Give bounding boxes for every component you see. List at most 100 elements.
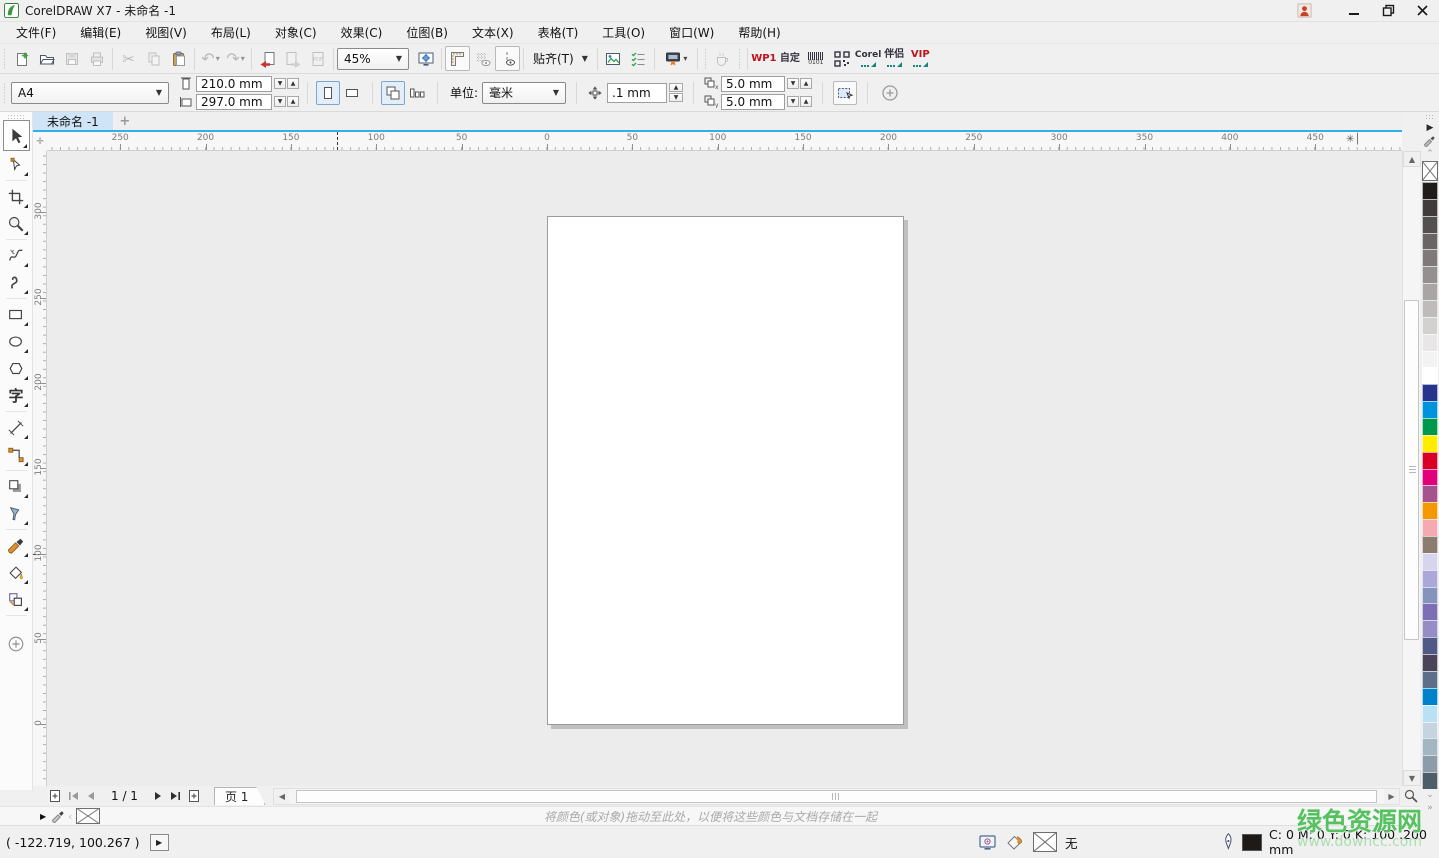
toolbar-grip[interactable] [2,48,7,70]
plugin-wp1-button[interactable]: WP1 [751,46,777,71]
minimize-button[interactable] [1337,1,1371,21]
page-height-spin-down[interactable]: ▼ [274,96,286,107]
new-document-button[interactable] [9,46,34,71]
show-grid-toggle[interactable] [470,46,495,71]
print-button[interactable] [84,46,109,71]
palette-grip[interactable] [1425,114,1435,119]
paste-button[interactable] [166,46,191,71]
palette-eyedropper-icon[interactable] [1422,134,1438,147]
landscape-orientation-button[interactable] [340,81,364,105]
palette-color-swatch[interactable] [1422,249,1438,266]
horizontal-ruler[interactable]: 2502001501005005010015020025030035040045… [47,132,1402,151]
toolbox-grip[interactable] [7,114,25,119]
horizontal-scrollbar[interactable]: ◀ ▶ [273,788,1400,805]
menu-帮助H[interactable]: 帮助(H) [726,22,792,43]
open-document-button[interactable] [34,46,59,71]
palette-color-swatch[interactable] [1422,216,1438,233]
page-height-field[interactable]: 297.0 mm [196,94,272,110]
palette-color-swatch[interactable] [1422,435,1438,452]
publish-pdf-button[interactable]: PDF [305,46,330,71]
nudge-distance-field[interactable]: .1 mm [607,83,667,103]
sign-in-account-icon[interactable] [1289,2,1319,20]
ruler-origin-button[interactable]: ✛ [33,132,47,151]
export-button[interactable] [280,46,305,71]
menu-效果C[interactable]: 效果(C) [329,22,395,43]
palette-color-swatch[interactable] [1422,283,1438,300]
palette-expand-button[interactable]: » [1422,802,1438,815]
scroll-down-button[interactable]: ▼ [1403,770,1421,786]
palette-color-swatch[interactable] [1422,637,1438,654]
page-height-spin-up[interactable]: ▲ [287,96,299,107]
vertical-scrollbar-thumb[interactable] [1404,300,1419,640]
dup-y-spin-down[interactable]: ▼ [787,96,799,107]
palette-color-swatch[interactable] [1422,367,1438,384]
menu-布局L[interactable]: 布局(L) [199,22,263,43]
menu-视图V[interactable]: 视图(V) [133,22,199,43]
palette-color-swatch[interactable] [1422,519,1438,536]
palette-color-swatch[interactable] [1422,772,1438,789]
palette-color-swatch[interactable] [1422,384,1438,401]
first-page-button[interactable] [65,788,81,804]
restore-button[interactable] [1371,1,1405,21]
palette-scroll-down-button[interactable]: ⌄ [1422,789,1438,802]
crop-tool[interactable] [3,183,30,210]
treat-as-filled-button[interactable] [833,81,857,105]
palette-color-swatch[interactable] [1422,587,1438,604]
palette-color-swatch[interactable] [1422,182,1438,199]
menu-工具O[interactable]: 工具(O) [590,22,657,43]
horizontal-scrollbar-thumb[interactable] [296,790,1377,803]
palette-color-swatch[interactable] [1422,469,1438,486]
undo-button[interactable]: ↶▾ [198,46,223,71]
palette-color-swatch[interactable] [1422,553,1438,570]
palette-color-swatch[interactable] [1422,671,1438,688]
palette-color-swatch[interactable] [1422,570,1438,587]
vertical-scrollbar[interactable]: ▲ ▼ [1402,151,1420,786]
palette-color-swatch[interactable] [1422,485,1438,502]
no-color-swatch[interactable] [1422,161,1438,181]
plugin-custom-button[interactable]: 自定 [777,46,803,71]
palette-color-swatch[interactable] [1422,233,1438,250]
palette-color-swatch[interactable] [1422,738,1438,755]
all-pages-button[interactable] [381,81,405,105]
drop-shadow-tool[interactable] [3,473,30,500]
plugin-partner-button[interactable]: 伴侣 [881,46,907,71]
drawing-canvas[interactable] [47,151,1402,786]
add-page-before-button[interactable] [47,788,63,804]
dup-y-spin-up[interactable]: ▲ [800,96,812,107]
add-property-button[interactable] [878,81,902,105]
plugin-qrcode-button[interactable] [829,46,855,71]
portrait-orientation-button[interactable] [316,81,340,105]
import-button[interactable] [255,46,280,71]
palette-color-swatch[interactable] [1422,722,1438,739]
fill-none-swatch[interactable] [1033,832,1057,852]
zoom-tool[interactable] [3,210,30,237]
palette-color-swatch[interactable] [1422,300,1438,317]
plugin-corel-button[interactable]: Corel [855,46,881,71]
units-combo[interactable]: 毫米▼ [482,82,566,104]
fullscreen-preview-button[interactable] [413,46,438,71]
color-eyedropper-tool[interactable] [3,532,30,559]
new-tab-button[interactable]: + [113,112,137,130]
page-size-combo[interactable]: A4▼ [11,82,169,104]
menu-表格T[interactable]: 表格(T) [526,22,591,43]
palette-color-swatch[interactable] [1422,603,1438,620]
dimension-tool[interactable] [3,414,30,441]
menu-位图B[interactable]: 位图(B) [394,22,460,43]
palette-color-swatch[interactable] [1422,688,1438,705]
page-width-spin-down[interactable]: ▼ [274,78,286,89]
duplicate-y-field[interactable]: 5.0 mm [721,94,785,110]
palette-color-swatch[interactable] [1422,452,1438,469]
palette-color-swatch[interactable] [1422,266,1438,283]
palette-flyout-button[interactable]: ▶ [1422,121,1438,134]
outline-pen-icon[interactable] [1222,832,1235,852]
polygon-tool[interactable] [3,355,30,382]
page-width-spin-up[interactable]: ▲ [287,78,299,89]
connector-tool[interactable] [3,441,30,468]
vertical-ruler[interactable]: 300250200150100500 [33,151,47,786]
artistic-media-tool[interactable] [3,269,30,296]
show-rulers-toggle[interactable] [445,46,470,71]
palette-color-swatch[interactable] [1422,705,1438,722]
copy-button[interactable] [141,46,166,71]
task-checklist-button[interactable] [626,46,651,71]
ellipse-tool[interactable] [3,328,30,355]
